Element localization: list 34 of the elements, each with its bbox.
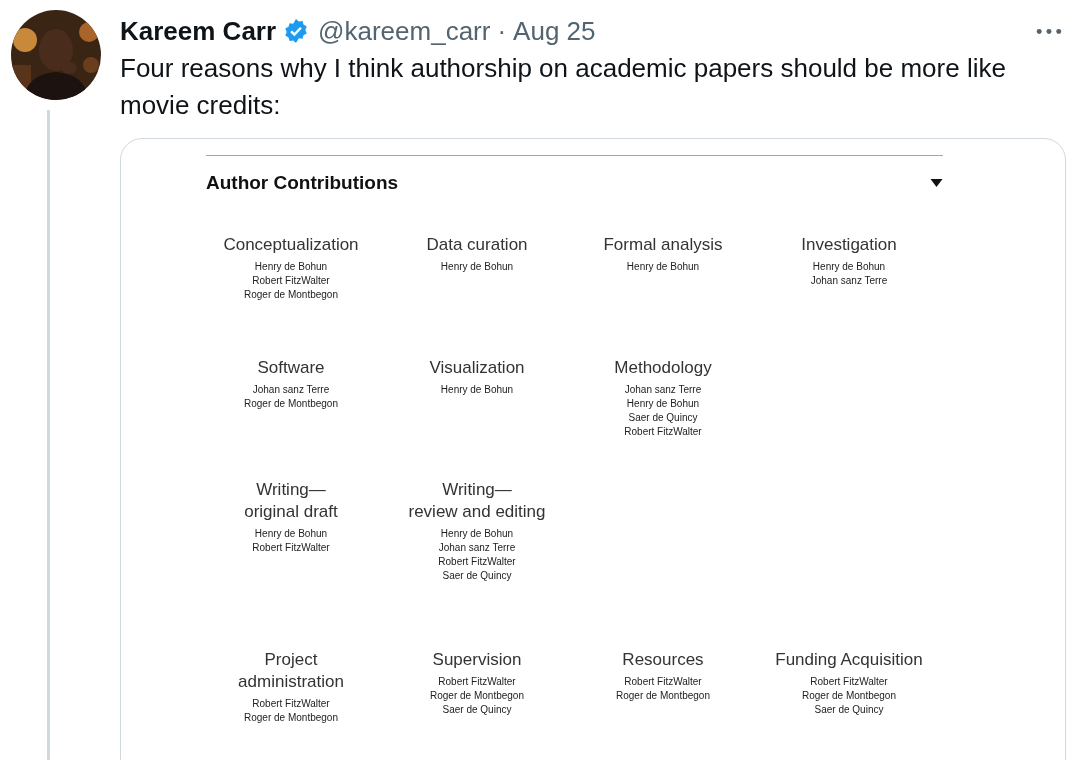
contribution-role: Funding Acquisition bbox=[775, 649, 923, 671]
contribution-role: Software bbox=[257, 357, 325, 379]
contribution-role: Formal analysis bbox=[603, 234, 723, 256]
section-heading: Author Contributions bbox=[206, 172, 399, 194]
contribution-role: Supervision bbox=[432, 649, 522, 671]
author-handle[interactable]: @kareem_carr bbox=[318, 15, 491, 47]
dropdown-icon[interactable] bbox=[930, 179, 943, 187]
author-name[interactable]: Kareem Carr bbox=[120, 15, 277, 47]
contribution-role: Writing— review and editing bbox=[408, 479, 546, 523]
contribution-role: Project administration bbox=[238, 649, 344, 693]
contributor-names: Johan sanz Terre Henry de Bohun Saer de Quincy Robert FitzWalter bbox=[624, 383, 702, 439]
contributor-names: Henry de Bohun Johan sanz Terre bbox=[810, 260, 888, 288]
contributor-names: Henry de Bohun Robert FitzWalter Roger de Montbegon bbox=[244, 260, 338, 302]
contribution-role: Resources bbox=[622, 649, 704, 671]
tweet-text: Four reasons why I think authorship on academic papers should be more like movie credits: bbox=[120, 52, 1007, 122]
contributor-names: Henry de Bohun bbox=[626, 260, 700, 274]
contribution-role: Visualization bbox=[429, 357, 525, 379]
contribution-role: Conceptualization bbox=[223, 234, 359, 256]
more-icon[interactable] bbox=[1036, 27, 1062, 35]
contributor-names: Johan sanz Terre Roger de Montbegon bbox=[244, 383, 338, 411]
contributor-names: Henry de Bohun bbox=[440, 260, 514, 274]
contributor-names: Robert FitzWalter Roger de Montbegon bbox=[616, 675, 710, 703]
contributor-names: Robert FitzWalter Roger de Montbegon bbox=[244, 697, 338, 725]
contribution-role: Methodology bbox=[614, 357, 712, 379]
contributor-names: Robert FitzWalter Roger de Montbegon Saer de Quincy bbox=[430, 675, 524, 717]
separator: · bbox=[497, 15, 507, 47]
contribution-role: Writing— original draft bbox=[244, 479, 338, 523]
contribution-role: Investigation bbox=[801, 234, 897, 256]
contributor-names: Henry de Bohun Robert FitzWalter bbox=[252, 527, 330, 555]
contributor-names: Henry de Bohun bbox=[440, 383, 514, 397]
contributor-names: Henry de Bohun Johan sanz Terre Robert FitzWalter Saer de Quincy bbox=[438, 527, 516, 583]
contribution-role: Data curation bbox=[426, 234, 528, 256]
contributor-names: Robert FitzWalter Roger de Montbegon Saer de Quincy bbox=[802, 675, 896, 717]
tweet-date[interactable]: Aug 25 bbox=[513, 15, 596, 47]
